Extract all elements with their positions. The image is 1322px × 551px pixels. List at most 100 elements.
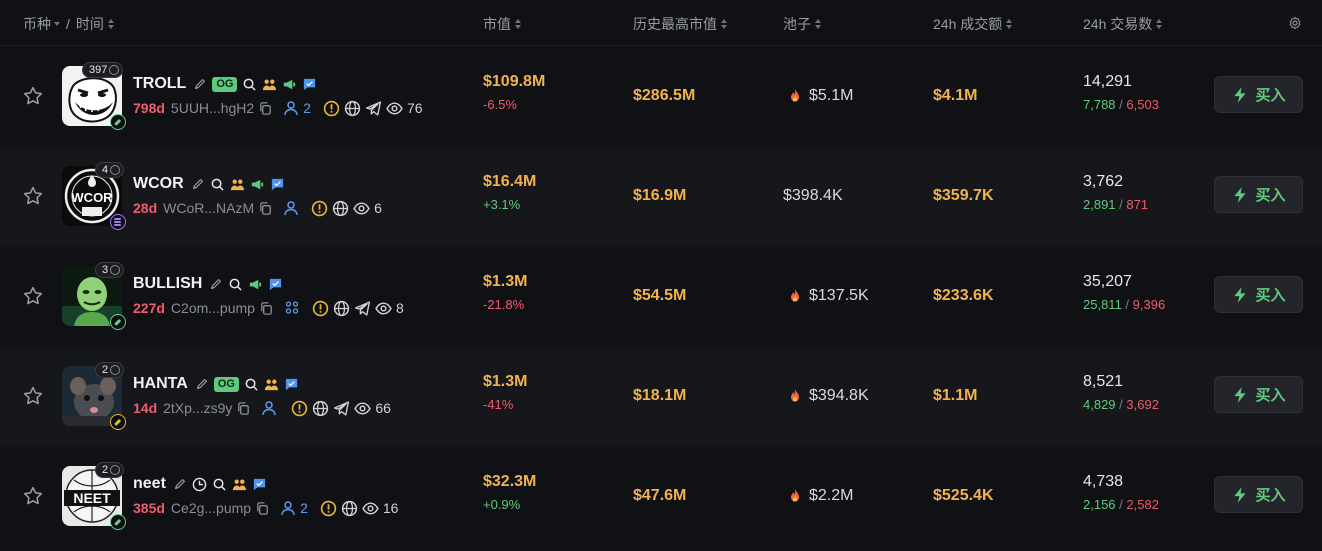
table-row[interactable]: 3 BULLISH 227d C2om...pump 8 $1.3M -21.8…: [0, 247, 1322, 347]
warning-icon[interactable]: [291, 400, 308, 417]
token-address[interactable]: WCoR...NAzM: [163, 200, 254, 216]
people-icon: [262, 77, 277, 92]
globe-icon[interactable]: [333, 300, 350, 317]
token-address[interactable]: Ce2g...pump: [171, 500, 251, 516]
search-icon[interactable]: [210, 177, 225, 192]
pool-value: $398.4K: [783, 187, 843, 204]
token-symbol[interactable]: BULLISH: [133, 275, 202, 293]
star-icon[interactable]: [22, 285, 44, 307]
sort-icon: [107, 18, 115, 30]
copy-icon[interactable]: [255, 501, 270, 516]
globe-icon[interactable]: [332, 200, 349, 217]
search-icon[interactable]: [212, 477, 227, 492]
warning-icon[interactable]: [311, 200, 328, 217]
pencil-icon[interactable]: [173, 477, 187, 491]
sort-icon: [514, 18, 522, 30]
buy-button[interactable]: 买入: [1214, 176, 1303, 213]
token-age: 227d: [133, 300, 165, 316]
pool-value: $394.8K: [809, 387, 869, 404]
user-icon: [261, 400, 277, 416]
token-address[interactable]: 2tXp...zs9y: [163, 400, 232, 416]
ath-value: $286.5M: [633, 87, 696, 104]
globe-icon[interactable]: [341, 500, 358, 517]
table-row[interactable]: 2 HANTA OG 14d 2tXp...zs9y 66 $1.3M -41%…: [0, 347, 1322, 447]
pool-cell: $5.1M: [787, 87, 853, 105]
token-symbol[interactable]: HANTA: [133, 375, 188, 393]
buy-button[interactable]: 买入: [1214, 276, 1303, 313]
star-icon[interactable]: [22, 185, 44, 207]
clock-mini-icon: [110, 365, 121, 375]
warning-icon[interactable]: [323, 100, 340, 117]
search-icon[interactable]: [228, 277, 243, 292]
warning-icon[interactable]: [320, 500, 337, 517]
buy-button[interactable]: 买入: [1214, 476, 1303, 513]
token-address[interactable]: 5UUH...hgH2: [171, 100, 254, 116]
search-icon[interactable]: [244, 377, 259, 392]
og-badge: OG: [212, 76, 238, 92]
txns-column-label: 24h 交易数: [1083, 16, 1153, 32]
globe-icon[interactable]: [312, 400, 329, 417]
coin-time-header[interactable]: 币种 / 时间: [23, 14, 115, 34]
copy-icon[interactable]: [236, 401, 251, 416]
token-symbol[interactable]: TROLL: [133, 75, 186, 93]
verified-chat-icon: [268, 277, 283, 292]
pool-header[interactable]: 池子: [783, 14, 822, 34]
token-symbol[interactable]: WCOR: [133, 175, 184, 193]
volume-value: $4.1M: [933, 87, 978, 104]
txns-total: 4,738: [1083, 473, 1124, 490]
telegram-icon[interactable]: [354, 300, 371, 317]
chain-pill-icon: [110, 114, 126, 130]
ath-value: $54.5M: [633, 287, 687, 304]
eye-icon: [362, 500, 379, 517]
market-cap-cell: $1.3M -21.8%: [483, 273, 527, 312]
volume-header[interactable]: 24h 成交额: [933, 14, 1013, 34]
copy-icon[interactable]: [258, 201, 273, 216]
warning-icon[interactable]: [312, 300, 329, 317]
ath-value: $18.1M: [633, 387, 687, 404]
fire-icon: [787, 288, 803, 304]
buy-label: 买入: [1255, 387, 1286, 404]
table-row[interactable]: WCOR 4 WCOR 28d WCoR...NAzM 6 $16.4M +3.…: [0, 147, 1322, 247]
txns-header[interactable]: 24h 交易数: [1083, 14, 1163, 34]
table-row[interactable]: NEET 2 neet 385d Ce2g...pump 2 16 $32.3M…: [0, 447, 1322, 547]
txns-cell: 3,762 2,891 / 871: [1083, 173, 1148, 212]
telegram-icon[interactable]: [333, 400, 350, 417]
pencil-icon[interactable]: [191, 177, 205, 191]
buy-label: 买入: [1255, 87, 1286, 104]
pencil-icon[interactable]: [195, 377, 209, 391]
token-symbol[interactable]: neet: [133, 475, 166, 493]
eye-icon: [375, 300, 392, 317]
search-icon[interactable]: [242, 77, 257, 92]
copy-icon[interactable]: [259, 301, 274, 316]
sort-icon: [720, 18, 728, 30]
gear-icon[interactable]: [1288, 16, 1302, 30]
buys-sells-separator: /: [1119, 497, 1123, 512]
copy-icon[interactable]: [258, 101, 273, 116]
count-badge-value: 3: [102, 264, 109, 276]
lightning-icon: [1231, 286, 1249, 304]
lightning-icon: [1231, 186, 1249, 204]
star-icon[interactable]: [22, 85, 44, 107]
pencil-icon[interactable]: [193, 77, 207, 91]
globe-icon[interactable]: [344, 100, 361, 117]
clock-mini-icon: [110, 465, 121, 475]
star-icon[interactable]: [22, 385, 44, 407]
count-badge-value: 2: [102, 464, 109, 476]
table-row[interactable]: 397 TROLL OG 798d 5UUH...hgH2 2 76 $109.…: [0, 47, 1322, 147]
views-count: 6: [374, 200, 382, 216]
buy-button[interactable]: 买入: [1214, 376, 1303, 413]
count-badge-value: 2: [102, 364, 109, 376]
mcap-header[interactable]: 市值: [483, 14, 522, 34]
token-address[interactable]: C2om...pump: [171, 300, 255, 316]
star-icon[interactable]: [22, 485, 44, 507]
buy-button[interactable]: 买入: [1214, 76, 1303, 113]
sells-count: 2,582: [1126, 497, 1159, 512]
pencil-icon[interactable]: [209, 277, 223, 291]
eye-icon: [354, 400, 371, 417]
header-separator: /: [66, 16, 70, 32]
og-badge: OG: [213, 376, 239, 392]
telegram-icon[interactable]: [365, 100, 382, 117]
chain-pill-icon: [110, 514, 126, 530]
ath-header[interactable]: 历史最高市值: [633, 14, 728, 34]
buys-sells-separator: /: [1125, 297, 1130, 312]
